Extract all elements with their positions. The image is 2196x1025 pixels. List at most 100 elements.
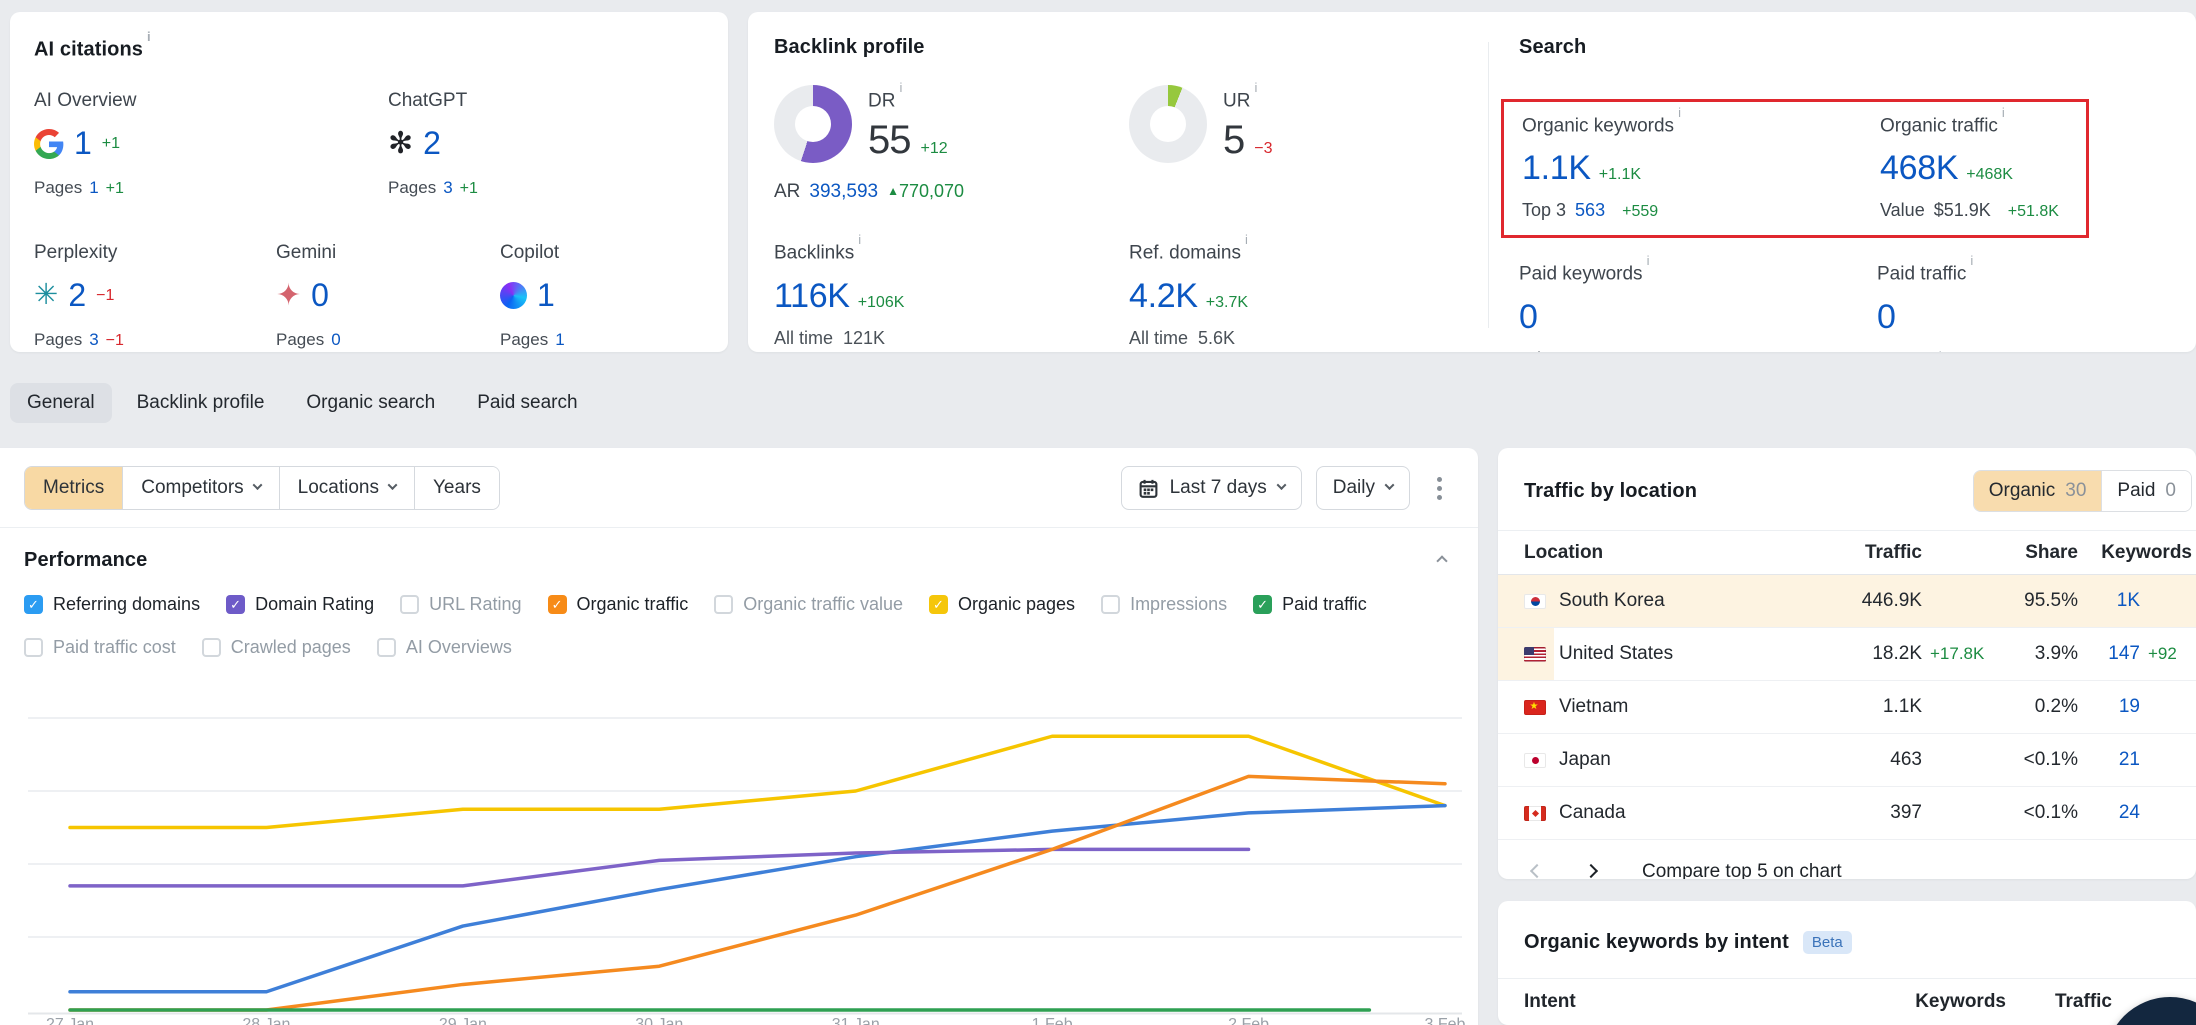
organic-keywords-value-link[interactable]: 1.1K [1522, 149, 1591, 188]
svg-text:29 Jan: 29 Jan [439, 1016, 487, 1025]
ur-label: UR [1223, 90, 1250, 111]
ads-value-link[interactable]: 0 [1559, 349, 1569, 352]
checkbox-paid-traffic-cost[interactable] [24, 638, 43, 657]
value-amount: $51.9K [1934, 200, 1991, 221]
checkbox-domain-rating[interactable]: ✓ [226, 595, 245, 614]
chart-toolbar: Metrics Competitors Locations Years Last… [0, 448, 1478, 510]
ref-domains-value-link[interactable]: 4.2K [1129, 277, 1198, 316]
ai-citations-row-2: Perplexity✳2−1Pages3−1Gemini✦0Pages0Copi… [34, 242, 704, 350]
info-icon[interactable]: i [858, 232, 861, 247]
tab-organic-search[interactable]: Organic search [289, 383, 452, 423]
toggle-paid[interactable]: Paid0 [2101, 471, 2191, 511]
ai-citation-count[interactable]: 1 [74, 125, 92, 162]
metric-label: Organic pages [958, 594, 1075, 615]
chevron-right-icon [1584, 864, 1598, 878]
metric-toggle-organic-traffic-value[interactable]: Organic traffic value [714, 594, 903, 615]
checkbox-url-rating[interactable] [400, 595, 419, 614]
summary-cards-row: AI citationsi AI Overview1+1Pages1+1Chat… [10, 12, 2196, 352]
ai-citation-count[interactable]: 2 [68, 277, 86, 314]
svg-text:2 Feb: 2 Feb [1228, 1016, 1269, 1025]
pages-count-link[interactable]: 3 [443, 178, 452, 198]
competitors-button[interactable]: Competitors [123, 467, 279, 509]
checkbox-crawled-pages[interactable] [202, 638, 221, 657]
ai-citation-count[interactable]: 1 [537, 277, 555, 314]
checkbox-referring-domains[interactable]: ✓ [24, 595, 43, 614]
ai-citation-count[interactable]: 0 [311, 277, 329, 314]
dr-label: DR [868, 90, 895, 111]
checkbox-impressions[interactable] [1101, 595, 1120, 614]
keywords-delta: +92 [2140, 644, 2192, 664]
metric-toggle-paid-traffic-cost[interactable]: Paid traffic cost [24, 637, 176, 658]
metrics-button[interactable]: Metrics [25, 467, 123, 509]
pages-label: Pages [276, 330, 324, 350]
keywords-link[interactable]: 147 [2078, 643, 2140, 665]
ai-citations-title: AI citationsi [34, 36, 704, 62]
metric-toggle-domain-rating[interactable]: ✓Domain Rating [226, 594, 374, 615]
metric-checkbox-row-1: ✓Referring domains ✓Domain Rating URL Rati… [24, 594, 1454, 615]
keywords-link[interactable]: 1K [2078, 590, 2140, 612]
info-icon[interactable]: i [1254, 80, 1257, 95]
metric-label: Organic traffic value [743, 594, 903, 615]
tab-paid-search[interactable]: Paid search [460, 383, 594, 423]
years-button[interactable]: Years [415, 467, 499, 509]
pages-count-link[interactable]: 0 [331, 330, 340, 350]
top3-value-link[interactable]: 563 [1575, 200, 1605, 221]
pages-count-link[interactable]: 1 [555, 330, 564, 350]
checkbox-organic-traffic[interactable]: ✓ [548, 595, 567, 614]
annotation-red-box: Organic keywordsi 1.1K+1.1K Top 3563+559… [1501, 99, 2089, 238]
cost-value: N/A [1923, 349, 1953, 352]
info-icon[interactable]: i [1647, 253, 1650, 268]
keywords-link[interactable]: 19 [2078, 696, 2140, 718]
metric-toggle-crawled-pages[interactable]: Crawled pages [202, 637, 351, 658]
organic-traffic-label: Organic traffic [1880, 115, 1998, 136]
collapse-section-button[interactable] [1434, 549, 1450, 572]
granularity-button[interactable]: Daily [1316, 466, 1410, 510]
metric-toggle-url-rating[interactable]: URL Rating [400, 594, 521, 615]
info-icon[interactable]: i [1678, 105, 1681, 120]
toggle-organic[interactable]: Organic30 [1974, 471, 2102, 511]
metric-toggle-impressions[interactable]: Impressions [1101, 594, 1227, 615]
metric-toggle-organic-traffic[interactable]: ✓Organic traffic [548, 594, 689, 615]
info-icon[interactable]: i [1970, 253, 1973, 268]
organic-keywords-stat: Organic keywordsi 1.1K+1.1K Top 3563+559 [1522, 112, 1880, 221]
ref-domains-label: Ref. domains [1129, 243, 1241, 264]
paid-keywords-value-link[interactable]: 0 [1519, 298, 1538, 337]
backlinks-value-link[interactable]: 116K [774, 277, 850, 316]
checkbox-organic-traffic-value[interactable] [714, 595, 733, 614]
pages-count-link[interactable]: 1 [89, 178, 98, 198]
info-icon[interactable]: i [1245, 232, 1248, 247]
ai-citation-count[interactable]: 2 [423, 125, 441, 162]
paid-traffic-value-link[interactable]: 0 [1877, 298, 1896, 337]
metric-toggle-referring-domains[interactable]: ✓Referring domains [24, 594, 200, 615]
date-range-button[interactable]: Last 7 days [1121, 466, 1302, 510]
tab-general[interactable]: General [10, 383, 112, 423]
pages-label: Pages [500, 330, 548, 350]
info-icon[interactable]: i [899, 80, 902, 95]
location-name: United States [1559, 643, 1673, 665]
metric-toggle-organic-pages[interactable]: ✓ Organic pages [929, 594, 1075, 615]
next-page-button[interactable] [1582, 860, 1600, 879]
tab-backlink-profile[interactable]: Backlink profile [120, 383, 282, 423]
ai-citation-ai-overview: AI Overview1+1Pages1+1 [34, 90, 388, 198]
metric-toggle-ai-overviews[interactable]: AI Overviews [377, 637, 512, 658]
info-icon[interactable]: i [2002, 105, 2005, 120]
organic-traffic-value-link[interactable]: 468K [1880, 149, 1958, 188]
checkbox-ai-overviews[interactable] [377, 638, 396, 657]
checkbox-paid-traffic[interactable]: ✓ [1253, 595, 1272, 614]
backlinks-stat: Backlinksi 116K+106K All time121K [774, 239, 1129, 348]
organic-paid-toggle: Organic30 Paid0 [1973, 470, 2192, 512]
pages-count-link[interactable]: 3 [89, 330, 98, 350]
info-icon[interactable]: i [147, 29, 151, 44]
ar-value-link[interactable]: 393,593 [809, 181, 878, 203]
locations-button[interactable]: Locations [280, 467, 415, 509]
location-row-south-korea: South Korea446.9K95.5%1K [1498, 575, 2196, 628]
keywords-link[interactable]: 24 [2078, 802, 2140, 824]
keywords-link[interactable]: 21 [2078, 749, 2140, 771]
metric-toggle-paid-traffic[interactable]: ✓Paid traffic [1253, 594, 1367, 615]
prev-page-button[interactable] [1528, 860, 1546, 879]
ai-citation-gemini: Gemini✦0Pages0 [276, 242, 500, 350]
backlinks-alltime-value: 121K [843, 328, 885, 349]
keywords-by-intent-title: Organic keywords by intent [1524, 931, 1789, 954]
more-options-button[interactable] [1424, 468, 1454, 508]
checkbox-organic-pages[interactable]: ✓ [929, 595, 948, 614]
